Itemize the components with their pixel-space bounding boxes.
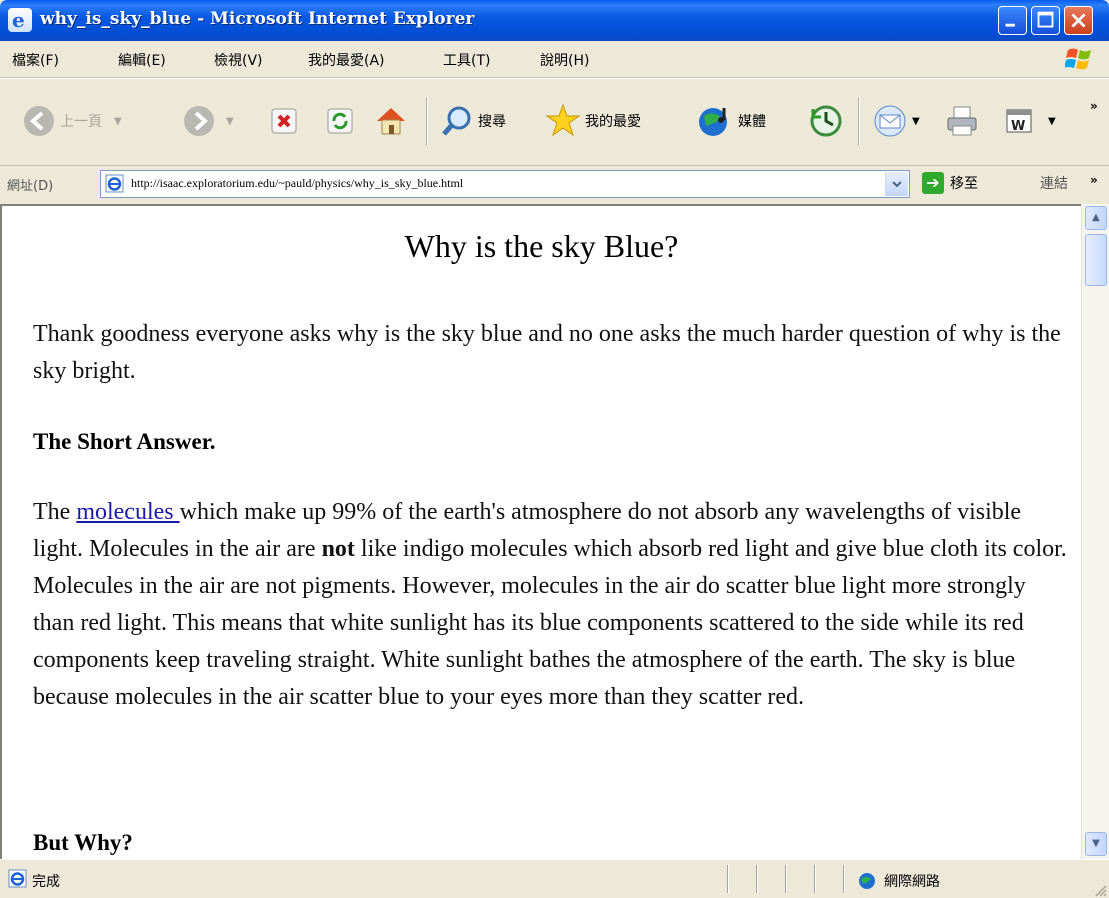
links-overflow-icon[interactable]: » — [1090, 173, 1098, 187]
close-icon — [1071, 13, 1086, 28]
menu-bar: 檔案(F) 編輯(E) 檢視(V) 我的最愛(A) 工具(T) 說明(H) — [0, 41, 1109, 78]
ie-logo-icon: e — [8, 8, 32, 32]
status-divider — [814, 865, 816, 893]
toolbar-separator — [858, 97, 860, 145]
printer-icon — [947, 106, 977, 136]
refresh-icon — [327, 108, 353, 134]
home-button[interactable] — [373, 101, 409, 141]
windows-flag-icon — [1065, 48, 1091, 70]
short-answer-heading: The Short Answer. — [33, 429, 216, 454]
go-arrow-icon: ➔ — [922, 172, 944, 194]
back-arrow-icon — [24, 106, 54, 136]
forward-arrow-icon — [184, 106, 214, 136]
address-bar: 網址(D) http://isaac.exploratorium.edu/~pa… — [0, 165, 1109, 203]
short-answer-rest: like indigo molecules which absorb red l… — [33, 536, 1067, 710]
favorites-label: 我的最愛 — [585, 114, 641, 130]
forward-button[interactable]: ▼ — [182, 101, 234, 141]
chevron-down-icon — [892, 181, 902, 188]
history-button[interactable] — [808, 101, 844, 141]
favorites-button[interactable]: 我的最愛 — [545, 101, 641, 141]
word-edit-icon: W — [1006, 109, 1032, 134]
page-icon — [105, 174, 124, 193]
go-label: 移至 — [950, 176, 978, 192]
minimize-icon — [1005, 23, 1015, 27]
search-label: 搜尋 — [478, 114, 506, 130]
but-why-heading: But Why? — [33, 830, 133, 855]
short-answer-bold: not — [321, 536, 355, 562]
history-icon — [810, 105, 842, 137]
media-button[interactable]: 媒體 — [696, 101, 766, 141]
toolbar-overflow-icon[interactable]: » — [1090, 99, 1098, 113]
search-icon — [442, 106, 471, 136]
status-bar: 完成 網際網路 — [0, 859, 1109, 898]
molecules-link[interactable]: molecules — [76, 499, 179, 525]
address-dropdown[interactable] — [885, 172, 908, 196]
print-button[interactable] — [944, 101, 980, 141]
page-title: Why is the sky Blue? — [404, 228, 679, 264]
maximize-button[interactable] — [1031, 6, 1060, 35]
title-bar[interactable]: e why_is_sky_blue - Microsoft Internet E… — [0, 0, 1109, 41]
address-label: 網址(D) — [7, 179, 54, 194]
menu-edit[interactable]: 編輯(E) — [118, 50, 166, 70]
security-zone: 網際網路 — [858, 871, 940, 891]
status-divider — [843, 865, 845, 893]
forward-dropdown-icon[interactable]: ▼ — [226, 116, 234, 127]
status-divider — [785, 865, 787, 893]
stop-button[interactable] — [269, 101, 299, 141]
menu-favorites[interactable]: 我的最愛(A) — [308, 50, 385, 70]
media-label: 媒體 — [738, 114, 766, 130]
svg-text:W: W — [1011, 119, 1025, 134]
scroll-thumb[interactable] — [1085, 234, 1107, 286]
browser-window: e why_is_sky_blue - Microsoft Internet E… — [0, 0, 1109, 898]
search-button[interactable]: 搜尋 — [440, 101, 506, 141]
back-dropdown-icon[interactable]: ▼ — [114, 116, 122, 127]
star-icon — [545, 103, 581, 137]
mail-dropdown-icon[interactable]: ▼ — [912, 116, 920, 127]
page-content: Why is the sky Blue? Thank goodness ever… — [0, 204, 1081, 859]
scroll-up-button[interactable]: ▲ — [1085, 206, 1107, 230]
close-button[interactable] — [1064, 6, 1093, 35]
menu-file[interactable]: 檔案(F) — [12, 50, 59, 70]
stop-icon — [271, 108, 297, 134]
window-title: why_is_sky_blue - Microsoft Internet Exp… — [40, 9, 475, 29]
refresh-button[interactable] — [325, 101, 355, 141]
intro-paragraph: Thank goodness everyone asks why is the … — [33, 321, 1061, 384]
media-icon — [699, 108, 727, 136]
home-icon — [377, 108, 405, 135]
mail-icon — [874, 105, 906, 137]
go-button[interactable]: ➔ 移至 — [922, 172, 978, 194]
globe-icon — [859, 873, 875, 889]
minimize-button[interactable] — [998, 6, 1027, 35]
zone-label: 網際網路 — [884, 874, 940, 890]
status-divider — [756, 865, 758, 893]
resize-grip-icon[interactable] — [1093, 883, 1107, 897]
mail-button[interactable]: ▼ — [872, 101, 920, 141]
page-done-icon — [8, 869, 27, 888]
edit-dropdown-icon[interactable]: ▼ — [1048, 116, 1056, 127]
address-url: http://isaac.exploratorium.edu/~pauld/ph… — [131, 176, 464, 190]
back-label: 上一頁 — [60, 114, 102, 130]
links-label[interactable]: 連結 — [1040, 173, 1068, 193]
edit-button[interactable]: W ▼ — [1004, 101, 1056, 141]
status-text: 完成 — [32, 874, 60, 890]
maximize-icon — [1037, 11, 1054, 28]
standard-toolbar: 上一頁 ▼ ▼ 搜尋 我的最愛 媒體 ▼ W ▼ » — [0, 78, 1109, 166]
menu-tools[interactable]: 工具(T) — [443, 50, 490, 70]
address-input[interactable]: http://isaac.exploratorium.edu/~pauld/ph… — [100, 170, 910, 198]
short-answer-paragraph: The molecules which make up 99% of the e… — [33, 494, 1068, 716]
back-button[interactable]: 上一頁 ▼ — [22, 101, 122, 141]
vertical-scrollbar[interactable]: ▲ ▼ — [1081, 204, 1109, 859]
toolbar-separator — [426, 97, 428, 145]
short-answer-lead: The — [33, 499, 77, 525]
scroll-down-button[interactable]: ▼ — [1085, 832, 1107, 856]
status-divider — [727, 865, 729, 893]
menu-help[interactable]: 說明(H) — [540, 50, 589, 70]
menu-view[interactable]: 檢視(V) — [214, 50, 263, 70]
